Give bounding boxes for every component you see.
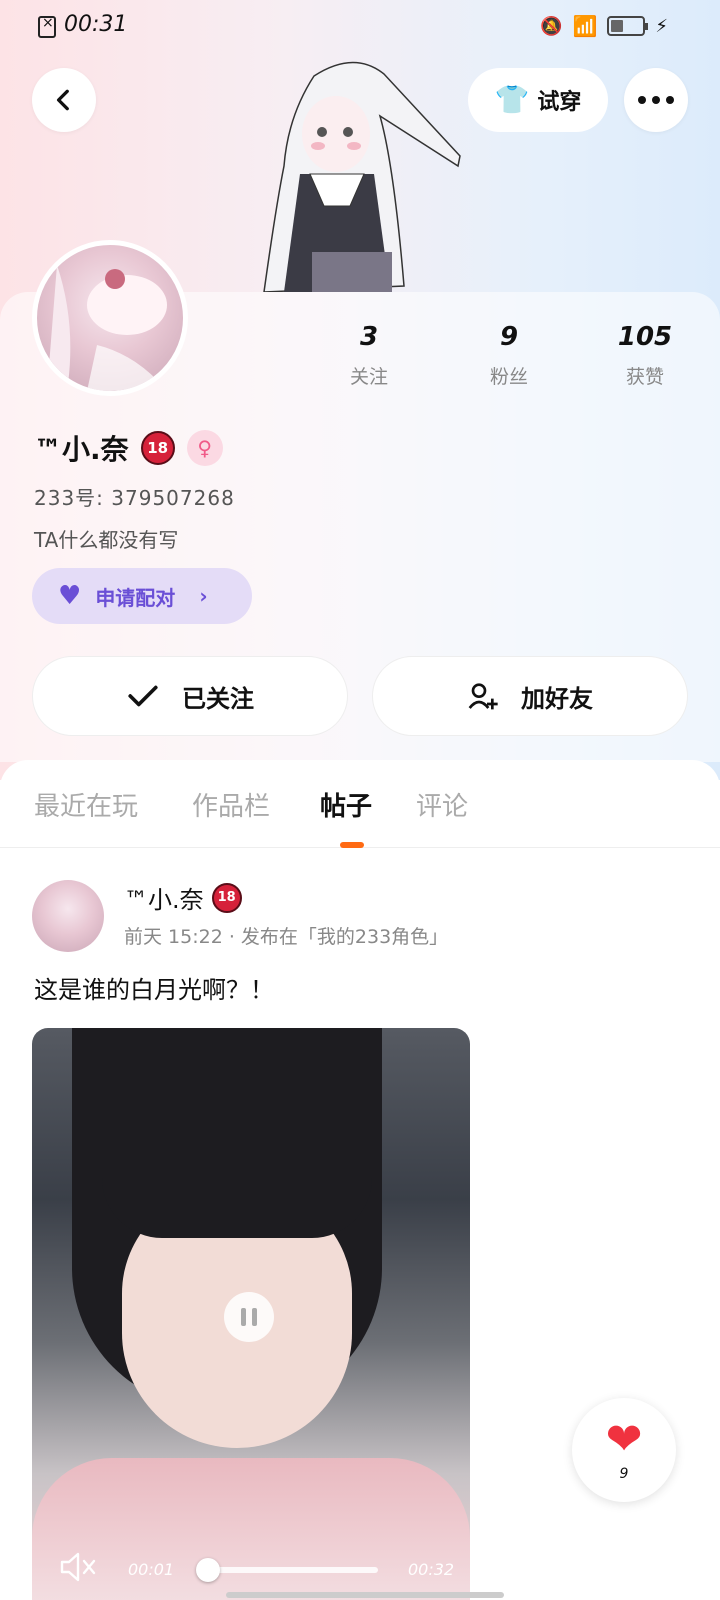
video-progress-handle[interactable] [196,1558,220,1582]
stat-followers-value: 9 [499,322,519,352]
stat-likes[interactable]: 105 获赞 [590,322,700,389]
add-friend-button[interactable]: 加好友 [372,656,688,736]
stat-followers[interactable]: 9 粉丝 [454,322,564,389]
stat-following-value: 3 [359,322,379,352]
check-icon [128,685,158,707]
try-on-button[interactable]: 👕 试穿 [468,68,608,132]
post-text: 这是谁的白月光啊？！ [34,976,274,1004]
request-pair-button[interactable]: ♥ 申请配对 › [32,568,252,624]
username: ™小.奈 [34,433,129,466]
chevron-right-icon: › [199,584,208,608]
stat-following[interactable]: 3 关注 [314,322,424,389]
status-bar: 00:31 🔕 📶 ⚡ [0,0,720,54]
stat-followers-label: 粉丝 [489,366,528,388]
like-button[interactable]: ❤ 9 [572,1398,676,1502]
heart-icon: ♥ [58,581,82,611]
person-plus-icon [468,683,498,710]
age-badge: 18 [140,431,175,465]
avatar-character-image [254,56,468,292]
tab-recently-played[interactable]: 最近在玩 [34,786,138,823]
tab-active-indicator [340,842,364,848]
status-icons: 🔕 📶 ⚡ [540,14,668,38]
status-time: 00:31 [64,12,128,37]
tab-posts[interactable]: 帖子 [320,786,372,823]
more-icon [638,96,674,104]
followed-label: 已关注 [182,684,254,713]
chevron-left-icon [56,89,69,111]
back-button[interactable] [32,68,96,132]
heart-icon: ❤ [605,1414,643,1465]
tab-comments[interactable]: 评论 [416,786,468,823]
pause-button[interactable] [224,1292,274,1342]
home-indicator[interactable] [226,1592,504,1598]
document-error-icon [38,15,56,38]
post-meta: 前天 15:22 · 发布在「我的233角色」 [124,926,449,948]
bio: TA什么都没有写 [34,528,179,552]
try-on-label: 试穿 [537,90,582,115]
more-button[interactable] [624,68,688,132]
tab-works[interactable]: 作品栏 [192,786,270,823]
battery-icon [607,16,649,36]
mute-button[interactable] [58,1550,98,1592]
bell-off-icon: 🔕 [540,15,563,37]
stat-likes-value: 105 [617,322,673,352]
charging-icon: ⚡ [655,15,668,37]
username-row: ™小.奈 18 ♀ [34,428,223,468]
request-pair-label: 申请配对 [95,585,176,610]
add-friend-label: 加好友 [521,684,593,713]
video-progress-bar[interactable] [210,1567,378,1573]
followed-button[interactable]: 已关注 [32,656,348,736]
pause-icon [241,1308,246,1326]
stat-following-label: 关注 [349,366,388,388]
post-author-row: ™小.奈 18 [124,880,242,915]
account-id: 233号: 379507268 [34,486,235,510]
shirt-icon: 👕 [494,83,530,116]
wifi-icon: 📶 [572,14,598,38]
age-badge: 18 [211,882,242,913]
profile-avatar[interactable] [32,240,188,396]
stat-likes-label: 获赞 [625,366,664,388]
video-current-time: 00:01 [128,1560,175,1579]
mute-icon [60,1552,96,1582]
video-total-time: 00:32 [408,1560,455,1579]
like-count: 9 [619,1466,629,1482]
profile-tabs: 最近在玩 作品栏 帖子 评论 [0,760,720,848]
post-author-name[interactable]: ™小.奈 [124,880,204,915]
post-author-avatar[interactable] [32,880,104,952]
female-icon: ♀ [186,430,223,466]
